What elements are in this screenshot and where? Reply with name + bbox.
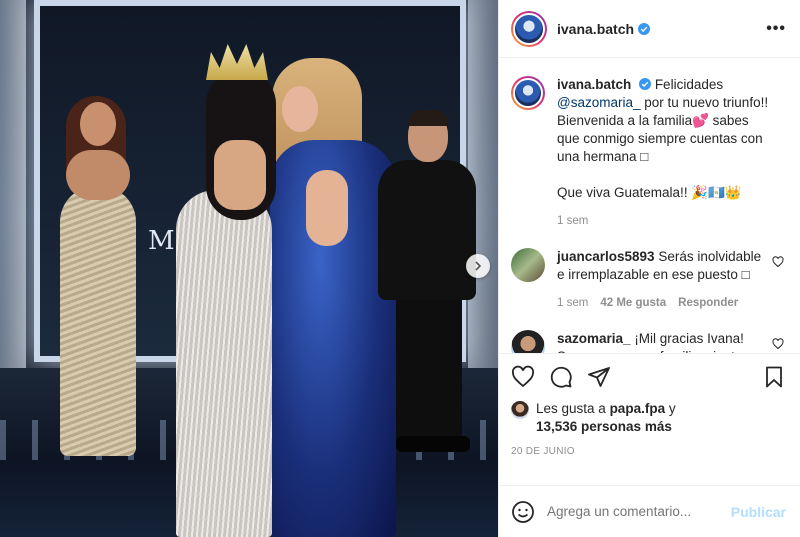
comment-item: sazomaria_ ¡Mil gracias Ivana! Somos una…	[511, 330, 786, 353]
comment-like-heart-icon[interactable]	[772, 338, 784, 350]
share-icon[interactable]	[587, 365, 611, 389]
queen-silver-gown	[176, 190, 272, 537]
verified-badge-icon	[638, 22, 651, 35]
woman-blonde-arm	[306, 170, 348, 246]
woman-left-face	[80, 102, 116, 146]
post-actions: Les gusta a papa.fpa y 13,536 personas m…	[499, 353, 800, 485]
comments-list: ivana.batch Felicidades @sazomaria_ por …	[499, 58, 800, 353]
man-trousers	[396, 296, 462, 446]
commenter-avatar[interactable]	[511, 248, 545, 282]
comment-like-heart-icon[interactable]	[772, 256, 784, 268]
post-photo[interactable]: MISS RA 21	[0, 0, 498, 537]
caption-text-start: Felicidades	[654, 77, 727, 92]
comment-item: juancarlos5893 Serás inolvidable e irrem…	[511, 248, 786, 312]
man-hair	[408, 110, 448, 126]
man-shoes	[396, 436, 470, 452]
liker-username[interactable]: papa.fpa	[610, 401, 666, 416]
likes-prefix: Les gusta a	[536, 401, 610, 416]
post-side-panel: ivana.batch ••• ivana.batch Felicidades …	[498, 0, 800, 537]
comment-input[interactable]	[547, 504, 731, 519]
next-photo-button[interactable]	[466, 254, 490, 278]
comment-time[interactable]: 1 sem	[557, 294, 588, 312]
caption-time[interactable]: 1 sem	[557, 212, 588, 230]
author-username[interactable]: ivana.batch	[557, 21, 634, 37]
reply-button[interactable]: Responder	[678, 294, 738, 312]
caption: ivana.batch Felicidades @sazomaria_ por …	[511, 76, 786, 230]
add-comment-bar: Publicar	[499, 485, 800, 537]
woman-left-gold-dress	[60, 186, 136, 456]
caption-username[interactable]: ivana.batch	[557, 77, 631, 92]
bookmark-icon[interactable]	[762, 365, 786, 389]
post-header: ivana.batch •••	[499, 0, 800, 58]
instagram-post: MISS RA 21 ivana.batch •••	[0, 0, 800, 537]
likes-middle: y	[665, 401, 676, 416]
woman-left-clapping-hands	[66, 150, 130, 200]
publish-button[interactable]: Publicar	[731, 504, 786, 520]
author-avatar[interactable]	[511, 10, 547, 47]
heart-icon[interactable]	[511, 365, 535, 389]
comment-username[interactable]: juancarlos5893	[557, 249, 655, 264]
liker-avatar[interactable]	[511, 401, 529, 419]
likes-summary: Les gusta a papa.fpa y 13,536 personas m…	[511, 400, 786, 436]
woman-blonde-face	[282, 86, 318, 132]
man-black-suit	[378, 160, 476, 300]
comment-likes[interactable]: 42 Me gusta	[600, 294, 666, 312]
comment-username[interactable]: sazomaria_	[557, 331, 631, 346]
commenter-avatar[interactable]	[511, 330, 545, 353]
caption-text-rest: por tu nuevo triunfo!! Bienvenida a la f…	[557, 95, 769, 200]
caption-mention-link[interactable]: @sazomaria_	[557, 95, 641, 110]
comment-icon[interactable]	[549, 365, 573, 389]
likes-count[interactable]: 13,536 personas más	[536, 419, 672, 434]
emoji-icon[interactable]	[511, 500, 535, 524]
post-date[interactable]: 20 DE JUNIO	[511, 446, 786, 457]
queen-back	[214, 140, 266, 210]
stage-light-left	[0, 0, 26, 380]
more-options-icon[interactable]: •••	[766, 20, 786, 38]
verified-badge-icon	[639, 78, 652, 90]
next-arrow-icon	[475, 261, 482, 271]
caption-author-avatar[interactable]	[511, 76, 545, 110]
